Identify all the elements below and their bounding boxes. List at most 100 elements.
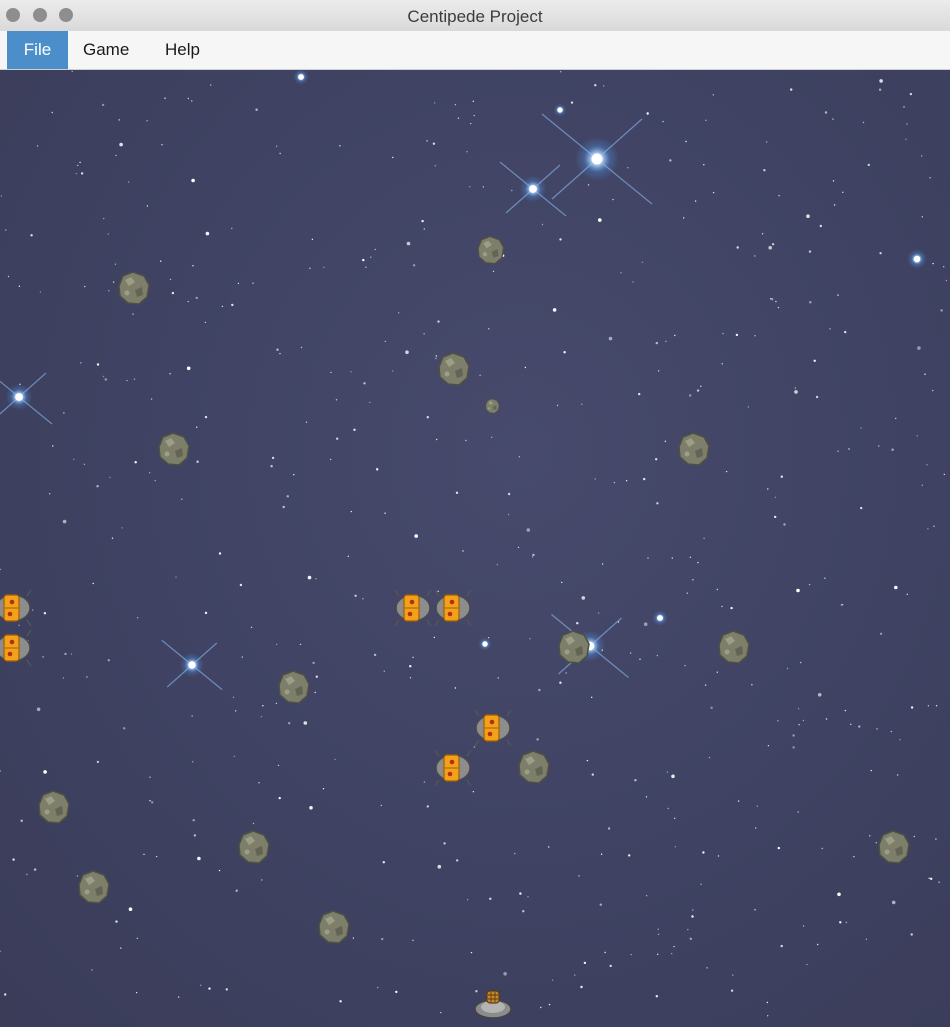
star (580, 985, 583, 989)
star (717, 855, 720, 857)
star (406, 241, 411, 246)
player-shooter[interactable] (473, 985, 513, 1026)
star (350, 510, 352, 513)
star (412, 939, 414, 941)
star (732, 974, 734, 976)
star (594, 478, 596, 480)
star (894, 585, 898, 590)
star (132, 313, 134, 315)
star (354, 594, 357, 597)
mushroom (483, 397, 501, 420)
star (778, 195, 780, 197)
star (0, 195, 3, 197)
star (646, 112, 649, 115)
star (30, 234, 33, 237)
star (329, 458, 332, 461)
star (307, 575, 312, 580)
star (824, 111, 828, 114)
star (187, 97, 189, 100)
star (293, 474, 295, 476)
star (146, 205, 149, 207)
star (927, 528, 929, 530)
star (262, 705, 264, 707)
star (161, 144, 163, 146)
star (102, 375, 105, 378)
star (412, 264, 416, 267)
star (282, 505, 285, 509)
star (339, 145, 341, 147)
star (913, 835, 915, 838)
star (136, 937, 138, 939)
star (70, 653, 73, 655)
menu-game[interactable]: Game (71, 31, 141, 69)
star (241, 656, 243, 658)
star (115, 920, 118, 923)
star (80, 362, 82, 364)
star (563, 351, 566, 354)
menu-file[interactable]: File (7, 31, 68, 69)
star (671, 774, 675, 779)
star (638, 392, 641, 396)
star (270, 465, 273, 468)
star (36, 145, 39, 147)
star (910, 706, 914, 709)
star (809, 301, 812, 304)
mushroom (673, 429, 713, 474)
star (286, 495, 289, 498)
star (191, 761, 194, 763)
star (921, 484, 923, 486)
star (231, 227, 233, 230)
title-bar[interactable]: Centipede Project (0, 0, 950, 32)
star (687, 928, 689, 931)
star (511, 189, 513, 192)
star (833, 204, 836, 206)
star (497, 677, 499, 679)
star (258, 782, 260, 784)
star (646, 895, 648, 897)
star (643, 477, 646, 481)
star (303, 721, 308, 725)
star (235, 889, 238, 892)
star (576, 622, 579, 625)
star (433, 636, 435, 639)
star (708, 756, 711, 759)
star (858, 725, 861, 728)
star (529, 638, 531, 640)
star (751, 684, 753, 686)
star (275, 145, 278, 147)
star (763, 169, 766, 172)
star (362, 598, 364, 600)
star (181, 498, 183, 500)
centipede-segment (0, 628, 33, 673)
game-playfield[interactable] (0, 70, 950, 1027)
star (905, 138, 907, 141)
star (674, 846, 677, 848)
star (196, 426, 198, 428)
star (467, 899, 469, 901)
star (686, 592, 688, 594)
star (208, 987, 211, 990)
star (469, 186, 471, 188)
star (315, 675, 318, 678)
star (278, 796, 281, 800)
star (910, 933, 913, 936)
star (43, 612, 47, 615)
star (565, 672, 567, 674)
star (903, 106, 905, 108)
star (844, 330, 847, 334)
star (591, 696, 593, 698)
menu-help[interactable]: Help (153, 31, 212, 69)
star (790, 88, 793, 91)
star (42, 656, 44, 658)
starfield-background (0, 70, 948, 1017)
star (456, 859, 459, 862)
star (608, 336, 613, 341)
star (736, 246, 739, 249)
star (705, 119, 707, 121)
star (756, 805, 758, 807)
star (309, 806, 313, 810)
star (581, 403, 583, 405)
star (630, 953, 632, 956)
star (261, 879, 263, 881)
star (766, 1001, 768, 1004)
